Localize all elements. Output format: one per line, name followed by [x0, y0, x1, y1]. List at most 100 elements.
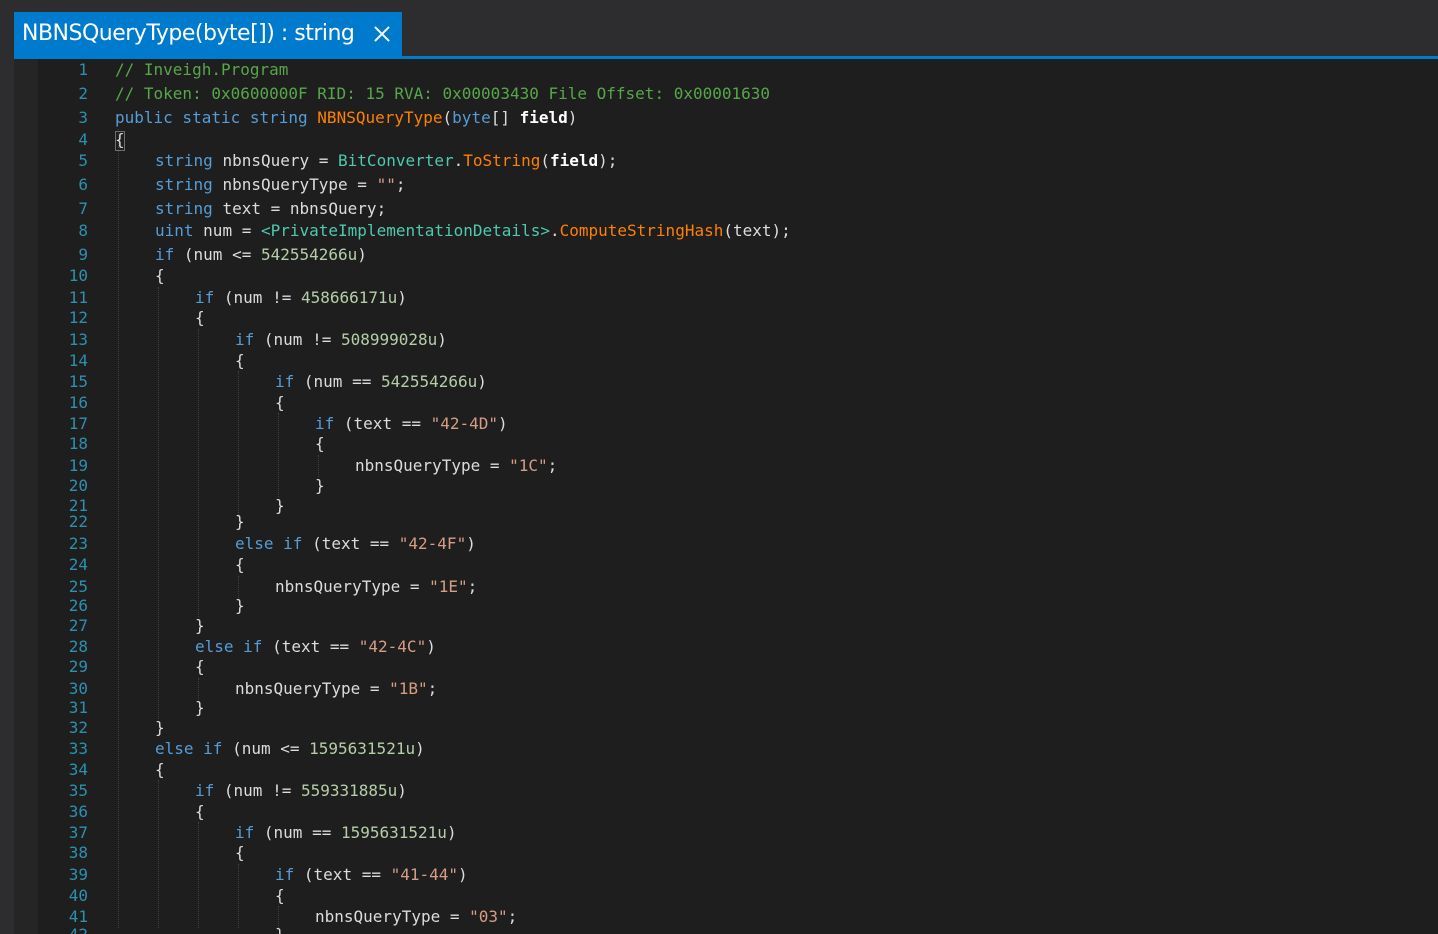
- line-number: 31: [68, 698, 88, 717]
- code-token: {: [195, 802, 205, 821]
- code-line[interactable]: 26}: [14, 595, 1438, 617]
- code-token: ToString: [463, 151, 541, 170]
- code-line[interactable]: 34 {: [14, 759, 1438, 781]
- line-number: 8: [78, 221, 88, 240]
- code-text: }: [235, 511, 245, 533]
- line-number: 39: [68, 865, 88, 884]
- code-line[interactable]: 33 else if (num <= 1595631521u): [14, 738, 1438, 760]
- code-token: byte: [452, 108, 491, 127]
- code-text: }: [195, 697, 205, 719]
- code-token: }: [235, 596, 245, 615]
- code-text: if (text == "42-4D"): [315, 413, 508, 435]
- code-token: (num !=: [263, 330, 341, 349]
- code-line[interactable]: 20}: [14, 475, 1438, 497]
- line-number: 24: [68, 555, 88, 574]
- code-line[interactable]: 11 if (num != 458666171u): [14, 287, 1438, 309]
- code-line[interactable]: 15 if (num == 542554266u): [14, 371, 1438, 393]
- code-text: else if (num <= 1595631521u): [155, 738, 425, 760]
- code-line[interactable]: 31}: [14, 697, 1438, 719]
- code-line[interactable]: 4{: [14, 129, 1438, 151]
- code-line[interactable]: 16 {: [14, 392, 1438, 414]
- line-number: 40: [68, 886, 88, 905]
- code-text: {: [235, 350, 245, 372]
- line-number: 42: [38, 924, 88, 934]
- code-text: }: [275, 924, 285, 934]
- code-text: {: [195, 801, 205, 823]
- code-line[interactable]: 36 {: [14, 801, 1438, 823]
- code-token: ): [397, 288, 407, 307]
- code-line[interactable]: 7 string text = nbnsQuery;: [14, 198, 1438, 220]
- code-token: "1E": [429, 577, 468, 596]
- code-token: if: [235, 823, 264, 842]
- code-line[interactable]: 24 {: [14, 554, 1438, 576]
- code-line[interactable]: 2 // Token: 0x0600000F RID: 15 RVA: 0x000…: [14, 83, 1438, 105]
- code-token: []: [490, 108, 520, 127]
- close-icon[interactable]: [370, 12, 394, 56]
- code-line[interactable]: 35 if (num != 559331885u): [14, 780, 1438, 802]
- code-token: if: [195, 781, 224, 800]
- code-token: {: [315, 434, 325, 453]
- code-line[interactable]: 42}: [14, 924, 1438, 934]
- code-line[interactable]: 27}: [14, 615, 1438, 637]
- code-line[interactable]: 6 string nbnsQueryType = "";: [14, 174, 1438, 196]
- line-number: 22: [68, 512, 88, 531]
- code-token: {: [155, 760, 165, 779]
- code-text: string nbnsQueryType = "";: [155, 174, 405, 196]
- code-line[interactable]: 32}: [14, 717, 1438, 739]
- line-number: 28: [68, 637, 88, 656]
- code-line[interactable]: 18 {: [14, 433, 1438, 455]
- code-token: else if: [235, 534, 313, 553]
- code-token: field: [519, 108, 568, 127]
- code-token: 542554266u: [260, 245, 358, 264]
- code-text: {: [195, 307, 205, 329]
- code-text: {: [315, 433, 325, 455]
- code-line[interactable]: 5 string nbnsQuery = BitConverter.ToStrin…: [14, 150, 1438, 172]
- code-text: }: [155, 717, 165, 739]
- line-number: 14: [68, 351, 88, 370]
- code-token: string: [155, 151, 223, 170]
- line-number: 18: [68, 434, 88, 453]
- code-line[interactable]: 14 {: [14, 350, 1438, 372]
- code-token: ;: [547, 456, 558, 475]
- code-line[interactable]: 13 if (num != 508999028u): [14, 329, 1438, 351]
- line-number: 12: [68, 308, 88, 327]
- code-token: {: [275, 393, 285, 412]
- code-line[interactable]: 22}: [14, 511, 1438, 533]
- code-text: }: [235, 595, 245, 617]
- line-number: 29: [68, 657, 88, 676]
- code-token: }: [195, 616, 205, 635]
- line-number: 3: [78, 108, 88, 127]
- code-editor[interactable]: 1 // Inveigh.Program 2 // Token: 0x0600000F…: [14, 59, 1438, 934]
- code-line[interactable]: 10 {: [14, 265, 1438, 287]
- code-line[interactable]: 3 public static string NBNSQueryType(byte…: [14, 107, 1438, 129]
- code-token: }: [315, 476, 325, 495]
- document-tab[interactable]: NBNSQueryType(byte[]) : string: [14, 12, 402, 56]
- code-line[interactable]: 40 {: [14, 885, 1438, 907]
- line-number: 38: [68, 843, 88, 862]
- code-text: // Inveigh.Program: [115, 59, 288, 81]
- code-line[interactable]: 19 nbnsQueryType = "1C";: [14, 455, 1438, 477]
- line-number: 35: [68, 781, 88, 800]
- code-line[interactable]: 8 uint num = <PrivateImplementationDetail…: [14, 220, 1438, 242]
- code-token: ;: [467, 577, 478, 596]
- code-text: if (num != 559331885u): [195, 780, 407, 802]
- code-token: "1B": [389, 679, 428, 698]
- code-text: }: [195, 615, 205, 637]
- code-line[interactable]: 12 {: [14, 307, 1438, 329]
- code-line[interactable]: 9 if (num <= 542554266u): [14, 244, 1438, 266]
- code-line[interactable]: 37 if (num == 1595631521u): [14, 822, 1438, 844]
- code-line[interactable]: 23 else if (text == "42-4F"): [14, 533, 1438, 555]
- code-token: ): [415, 739, 425, 758]
- code-line[interactable]: 38 {: [14, 842, 1438, 864]
- code-text: string text = nbnsQuery;: [155, 198, 386, 220]
- code-token: {: [235, 351, 245, 370]
- code-token: {: [195, 657, 205, 676]
- code-line[interactable]: 29 {: [14, 656, 1438, 678]
- code-text: string nbnsQuery = BitConverter.ToString…: [155, 150, 617, 172]
- code-token: (: [540, 151, 550, 170]
- code-line[interactable]: 28 else if (text == "42-4C"): [14, 636, 1438, 658]
- code-line[interactable]: 1 // Inveigh.Program: [14, 59, 1438, 81]
- code-line[interactable]: 39 if (text == "41-44"): [14, 864, 1438, 886]
- code-line[interactable]: 17 if (text == "42-4D"): [14, 413, 1438, 435]
- line-number: 17: [68, 414, 88, 433]
